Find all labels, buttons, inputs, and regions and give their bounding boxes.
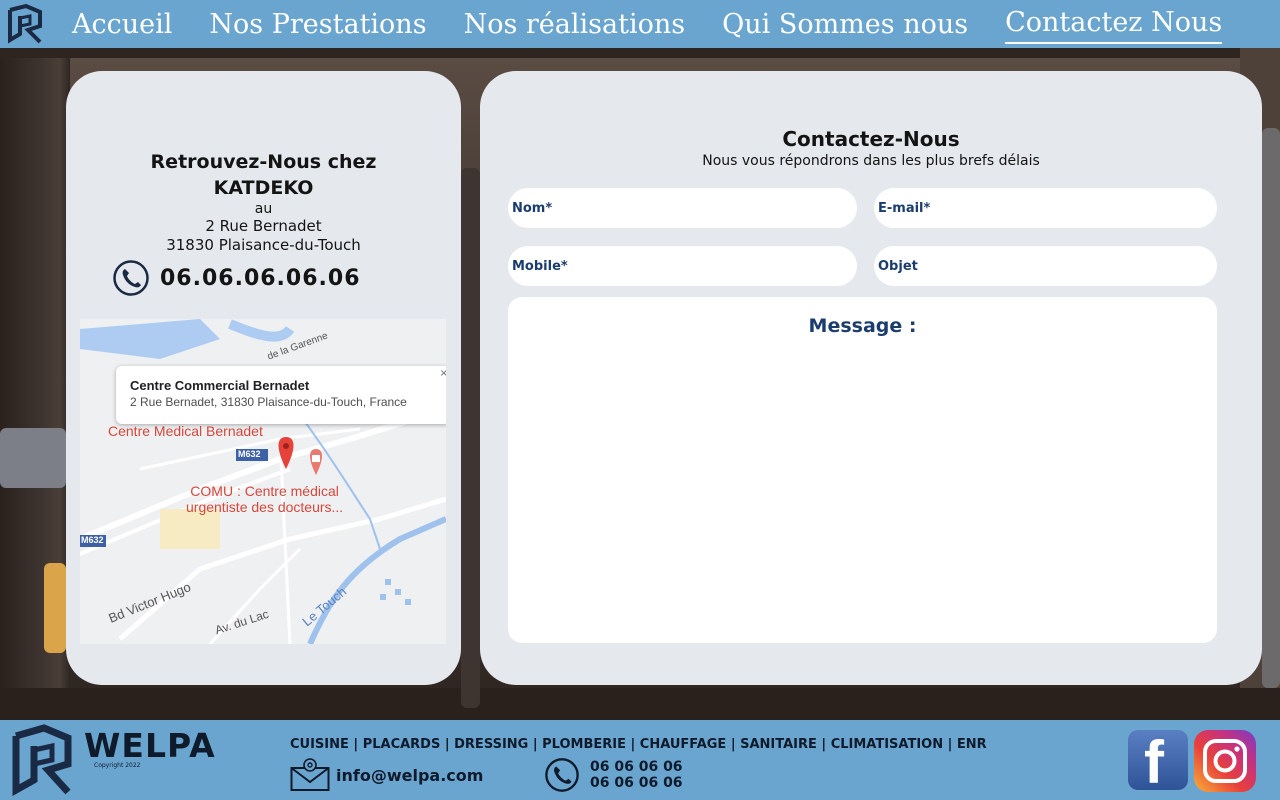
- contact-form-card: Contactez-Nous Nous vous répondrons dans…: [480, 71, 1262, 685]
- map-popup-title: Centre Commercial Bernadet: [130, 378, 310, 393]
- map-place-comu-line2: urgentiste des docteurs...: [186, 499, 344, 515]
- phone-icon: [545, 758, 579, 792]
- name-field[interactable]: [512, 200, 857, 216]
- map-road-m632-b: M632: [81, 535, 104, 545]
- subject-field-wrapper: [874, 246, 1217, 286]
- address-title-line1: Retrouvez-Nous chez: [150, 151, 377, 173]
- phone-row: 06.06.06.06.06: [112, 259, 361, 297]
- form-title: Contactez-Nous: [782, 127, 960, 151]
- footer: WELPA Copyright 2022 CUISINE | PLACARDS …: [0, 720, 1280, 800]
- top-navigation: Accueil Nos Prestations Nos réalisations…: [0, 0, 1280, 48]
- address-title-line2: KATDEKO: [213, 177, 314, 199]
- email-field[interactable]: [878, 200, 1217, 216]
- map-info-popup: × Centre Commercial Bernadet 2 Rue Berna…: [116, 366, 446, 424]
- google-map[interactable]: M632 M632 de la Garenne Bd Victor Hugo A…: [80, 319, 446, 644]
- subject-field[interactable]: [878, 258, 1217, 274]
- name-field-wrapper: [508, 188, 857, 228]
- map-popup-address: 2 Rue Bernadet, 31830 Plaisance-du-Touch…: [130, 395, 407, 409]
- map-road-m632: M632: [238, 449, 261, 459]
- address-title: Retrouvez-Nous chez KATDEKO: [66, 149, 461, 201]
- close-icon[interactable]: ×: [440, 368, 446, 379]
- nav-item-contactez-nous[interactable]: Contactez Nous: [1005, 4, 1223, 44]
- services-list: CUISINE | PLACARDS | DRESSING | PLOMBERI…: [290, 737, 987, 752]
- welpa-logo-icon[interactable]: [6, 4, 44, 44]
- footer-phone-2: 06 06 06 06: [590, 775, 683, 791]
- map-place-comu[interactable]: COMU : Centre médical urgentiste des doc…: [186, 483, 343, 515]
- footer-email[interactable]: info@welpa.com: [336, 766, 483, 785]
- footer-phone-row: 06 06 06 06 06 06 06 06: [544, 757, 683, 793]
- phone-icon: [113, 260, 149, 296]
- mobile-field[interactable]: [512, 258, 857, 274]
- brand-name: WELPA: [84, 726, 216, 765]
- map-place-centre-medical[interactable]: Centre Medical Bernadet: [108, 423, 263, 439]
- address-phone[interactable]: 06.06.06.06.06: [160, 266, 361, 291]
- welpa-logo-icon[interactable]: [10, 724, 74, 796]
- instagram-glyph: [1203, 739, 1247, 783]
- nav-item-qui-sommes-nous[interactable]: Qui Sommes nous: [722, 9, 968, 40]
- copyright: Copyright 2022: [94, 762, 141, 769]
- email-icon: [290, 758, 330, 791]
- email-field-wrapper: [874, 188, 1217, 228]
- message-textarea[interactable]: Message :: [508, 297, 1217, 643]
- nav-item-accueil[interactable]: Accueil: [72, 9, 172, 40]
- facebook-icon[interactable]: f: [1128, 729, 1188, 796]
- address-card: Retrouvez-Nous chez KATDEKO au 2 Rue Ber…: [66, 71, 461, 685]
- footer-email-row: info@welpa.com: [290, 758, 483, 792]
- footer-phone-1: 06 06 06 06: [590, 759, 683, 775]
- mobile-field-wrapper: [508, 246, 857, 286]
- message-label: Message :: [808, 315, 917, 337]
- form-subtitle: Nous vous répondrons dans les plus brefs…: [702, 153, 1040, 169]
- map-place-comu-line1: COMU : Centre médical: [190, 483, 339, 499]
- instagram-icon[interactable]: [1194, 730, 1256, 792]
- nav-item-prestations[interactable]: Nos Prestations: [209, 9, 426, 40]
- address-street: 2 Rue Bernadet: [205, 217, 322, 235]
- nav-item-realisations[interactable]: Nos réalisations: [464, 9, 686, 40]
- address-au: au: [254, 201, 273, 217]
- address-city: 31830 Plaisance-du-Touch: [166, 236, 361, 254]
- footer-phone-numbers[interactable]: 06 06 06 06 06 06 06 06: [590, 759, 683, 791]
